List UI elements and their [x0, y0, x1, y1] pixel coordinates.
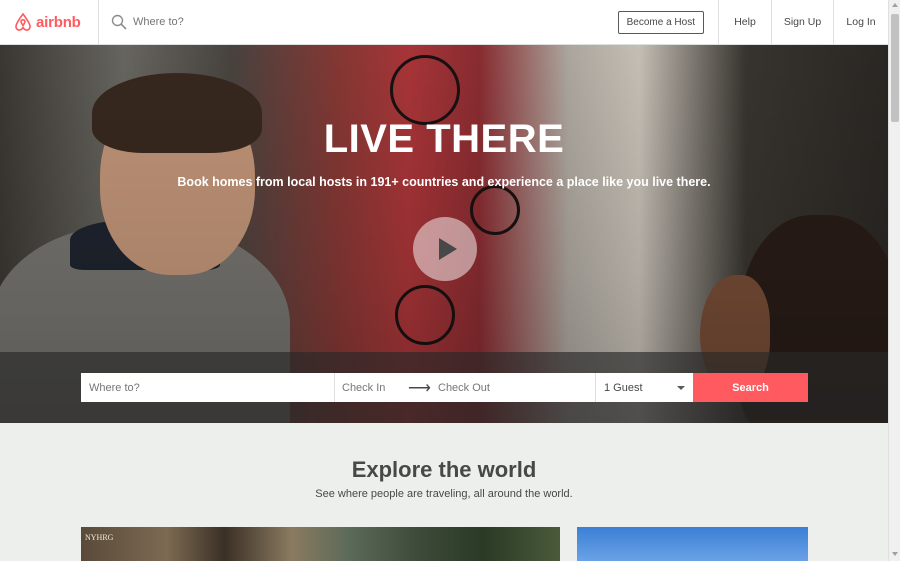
guests-value: 1 Guest [604, 381, 643, 394]
airbnb-logo[interactable]: airbnb [0, 0, 99, 44]
search-form: Check In ⟶ Check Out 1 Guest Search [81, 373, 808, 402]
hero-video-section: LIVE THERE Book homes from local hosts i… [0, 45, 888, 423]
vertical-scrollbar[interactable] [888, 0, 900, 561]
destination-card-sky[interactable] [577, 527, 808, 561]
check-in-input[interactable]: Check In [342, 382, 408, 394]
scroll-down-arrow-icon[interactable] [892, 552, 898, 556]
check-out-input[interactable]: Check Out [438, 382, 490, 394]
search-icon [111, 14, 127, 30]
destination-field[interactable] [81, 373, 335, 402]
arrow-right-icon: ⟶ [408, 379, 431, 397]
destination-input[interactable] [89, 381, 319, 394]
hero-title: LIVE THERE [323, 117, 565, 161]
explore-subtitle: See where people are traveling, all arou… [315, 488, 573, 500]
logo-wordmark: airbnb [36, 13, 81, 31]
date-range-field[interactable]: Check In ⟶ Check Out [335, 373, 596, 402]
guests-select[interactable]: 1 Guest [596, 373, 693, 402]
sign-up-link[interactable]: Sign Up [772, 0, 834, 44]
caret-down-icon [677, 385, 685, 390]
play-video-button[interactable] [413, 217, 477, 281]
scroll-up-arrow-icon[interactable] [892, 3, 898, 7]
become-host-button[interactable]: Become a Host [617, 10, 704, 34]
explore-title: Explore the world [351, 457, 537, 482]
header-search[interactable] [99, 0, 604, 44]
scrollbar-thumb[interactable] [891, 14, 899, 122]
help-link[interactable]: Help [719, 0, 772, 44]
airbnb-belo-icon [15, 12, 31, 31]
explore-section: Explore the world See where people are t… [0, 423, 888, 561]
search-bar-band: Check In ⟶ Check Out 1 Guest Search [0, 352, 888, 423]
search-button[interactable]: Search [693, 373, 808, 402]
destination-card-new-york[interactable]: NYHRG [81, 527, 560, 561]
header-search-input[interactable] [133, 16, 333, 28]
storefront-sign: NYHRG [85, 533, 114, 542]
log-in-link[interactable]: Log In [834, 0, 888, 44]
become-host-wrapper: Become a Host [604, 0, 719, 44]
hero-subtitle: Book homes from local hosts in 191+ coun… [177, 175, 711, 189]
top-navigation-bar: airbnb Become a Host Help Sign Up Log In [0, 0, 888, 45]
play-icon [438, 238, 457, 260]
